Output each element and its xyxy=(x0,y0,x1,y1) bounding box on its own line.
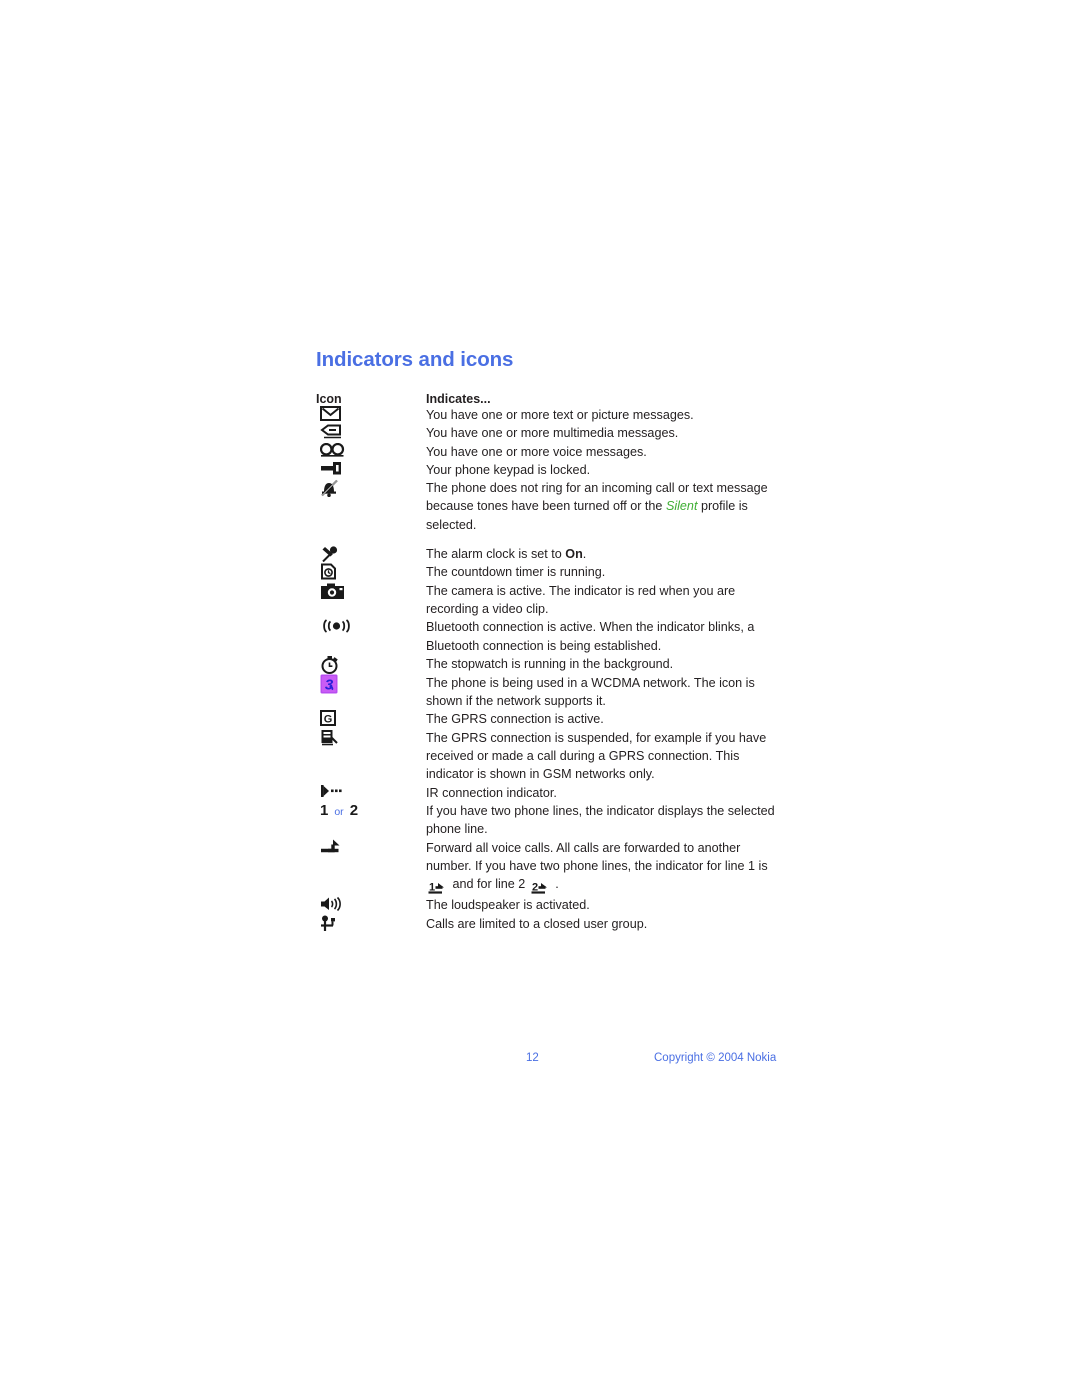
table-row: Forward all voice calls. All calls are f… xyxy=(316,839,786,897)
icon-cell xyxy=(316,839,426,897)
call-forward-line-1-icon: 1 xyxy=(428,878,447,896)
table-row: 1 or 2 If you have two phone lines, the in… xyxy=(316,802,786,839)
gprs-active-icon: G xyxy=(316,710,366,727)
stopwatch-icon xyxy=(316,655,366,674)
table-row: The countdown timer is running. xyxy=(316,563,786,581)
phone-line-1-label: 1 xyxy=(320,801,329,819)
call-forward-all-icon xyxy=(316,839,366,853)
page-content: Indicators and icons Icon Indicates... Y… xyxy=(316,348,786,933)
icon-cell xyxy=(316,461,426,479)
row-description: The loudspeaker is activated. xyxy=(426,898,590,913)
icon-cell xyxy=(316,784,426,802)
table-row: You have one or more multimedia messages… xyxy=(316,424,786,442)
silent-emphasis: Silent xyxy=(665,499,698,514)
icon-cell xyxy=(316,406,426,424)
icon-cell xyxy=(316,442,426,461)
row-description: The GPRS connection is suspended, for ex… xyxy=(426,730,767,782)
gprs-suspended-icon xyxy=(316,729,366,747)
row-description: The GPRS connection is active. xyxy=(426,712,604,727)
icon-cell xyxy=(316,729,426,784)
table-row: The phone does not ring for an incoming … xyxy=(316,479,786,545)
icon-cell xyxy=(316,582,426,619)
icon-cell xyxy=(316,618,426,655)
table-row: G The GPRS connection is active. xyxy=(316,710,786,728)
row-description: You have one or more text or picture mes… xyxy=(426,408,694,422)
column-header-indicates: Indicates... xyxy=(426,392,491,406)
envelope-icon xyxy=(316,406,366,421)
table-row: Your phone keypad is locked. xyxy=(316,461,786,479)
alarm-clock-icon xyxy=(316,545,366,563)
closed-user-group-icon xyxy=(316,915,366,932)
phone-line-2-label: 2 xyxy=(349,801,359,819)
table-row: Bluetooth connection is active. When the… xyxy=(316,618,786,655)
table-row: You have one or more voice messages. xyxy=(316,442,786,461)
row-description: Calls are limited to a closed user group… xyxy=(426,916,648,931)
page-number: 12 xyxy=(526,1052,539,1064)
loudspeaker-icon xyxy=(316,896,366,912)
icon-cell xyxy=(316,479,426,545)
multimedia-message-icon xyxy=(316,424,366,440)
icon-cell: G xyxy=(316,710,426,728)
icon-cell xyxy=(316,655,426,674)
table-header-row: Icon Indicates... xyxy=(316,392,786,406)
icon-cell xyxy=(316,545,426,563)
table-row: The camera is active. The indicator is r… xyxy=(316,582,786,619)
row-description: The phone is being used in a WCDMA netwo… xyxy=(426,675,755,709)
keypad-lock-key-icon xyxy=(316,461,366,475)
table-row: The stopwatch is running in the backgrou… xyxy=(316,655,786,674)
icon-cell: 3 xyxy=(316,674,426,711)
icon-cell xyxy=(316,915,426,933)
wcdma-3g-network-icon: 3 xyxy=(316,674,366,694)
table-row: The GPRS connection is suspended, for ex… xyxy=(316,729,786,784)
row-text-part1: Forward all voice calls. All calls are f… xyxy=(426,840,768,873)
camera-icon xyxy=(316,582,366,600)
silent-ringer-off-icon xyxy=(316,479,366,498)
svg-text:G: G xyxy=(324,714,333,726)
row-description: The alarm clock is set to On. xyxy=(426,545,786,563)
table-row: IR connection indicator. xyxy=(316,784,786,802)
phone-line-or-label: or xyxy=(334,805,344,818)
icon-cell xyxy=(316,424,426,442)
row-description: If you have two phone lines, the indicat… xyxy=(426,803,775,837)
bluetooth-active-icon xyxy=(316,618,366,634)
row-description: The phone does not ring for an incoming … xyxy=(426,479,786,545)
row-description: You have one or more multimedia messages… xyxy=(426,426,679,441)
table-row: Calls are limited to a closed user group… xyxy=(316,915,786,933)
row-description: Your phone keypad is locked. xyxy=(426,462,591,477)
countdown-timer-icon xyxy=(316,563,366,580)
row-description: Bluetooth connection is active. When the… xyxy=(426,620,755,653)
copyright-notice: Copyright © 2004 Nokia xyxy=(654,1052,777,1064)
table-row: The alarm clock is set to On. xyxy=(316,545,786,563)
row-text-part2: . xyxy=(582,547,587,562)
phone-line-selector-icon: 1 or 2 xyxy=(316,802,366,820)
column-header-icon: Icon xyxy=(316,392,342,406)
row-description: The camera is active. The indicator is r… xyxy=(426,583,736,616)
document-page: Indicators and icons Icon Indicates... Y… xyxy=(0,0,1080,1397)
row-description: You have one or more voice messages. xyxy=(426,444,647,459)
voice-message-icon xyxy=(316,442,366,457)
call-forward-line-2-icon: 2 xyxy=(531,878,550,896)
icon-cell: 1 or 2 xyxy=(316,802,426,839)
page-title: Indicators and icons xyxy=(316,348,514,371)
row-description: The countdown timer is running. xyxy=(426,565,606,580)
infrared-connection-icon xyxy=(316,784,366,798)
row-description: Forward all voice calls. All calls are f… xyxy=(426,839,786,897)
row-description: The stopwatch is running in the backgrou… xyxy=(426,656,674,671)
icon-cell xyxy=(316,563,426,581)
row-text-part2: and for line 2 xyxy=(449,877,529,892)
table-row: The loudspeaker is activated. xyxy=(316,896,786,914)
icon-cell xyxy=(316,896,426,914)
row-text-part3: . xyxy=(551,877,559,892)
row-description: IR connection indicator. xyxy=(426,785,557,800)
table-row: 3 The phone is being used in a WCDMA net… xyxy=(316,674,786,711)
svg-text:3: 3 xyxy=(325,676,334,693)
table-row: You have one or more text or picture mes… xyxy=(316,406,786,424)
on-emphasis: On xyxy=(565,547,583,562)
row-text-part1: The alarm clock is set to xyxy=(426,547,566,562)
indicators-table: Icon Indicates... You have one or more t… xyxy=(316,392,786,933)
